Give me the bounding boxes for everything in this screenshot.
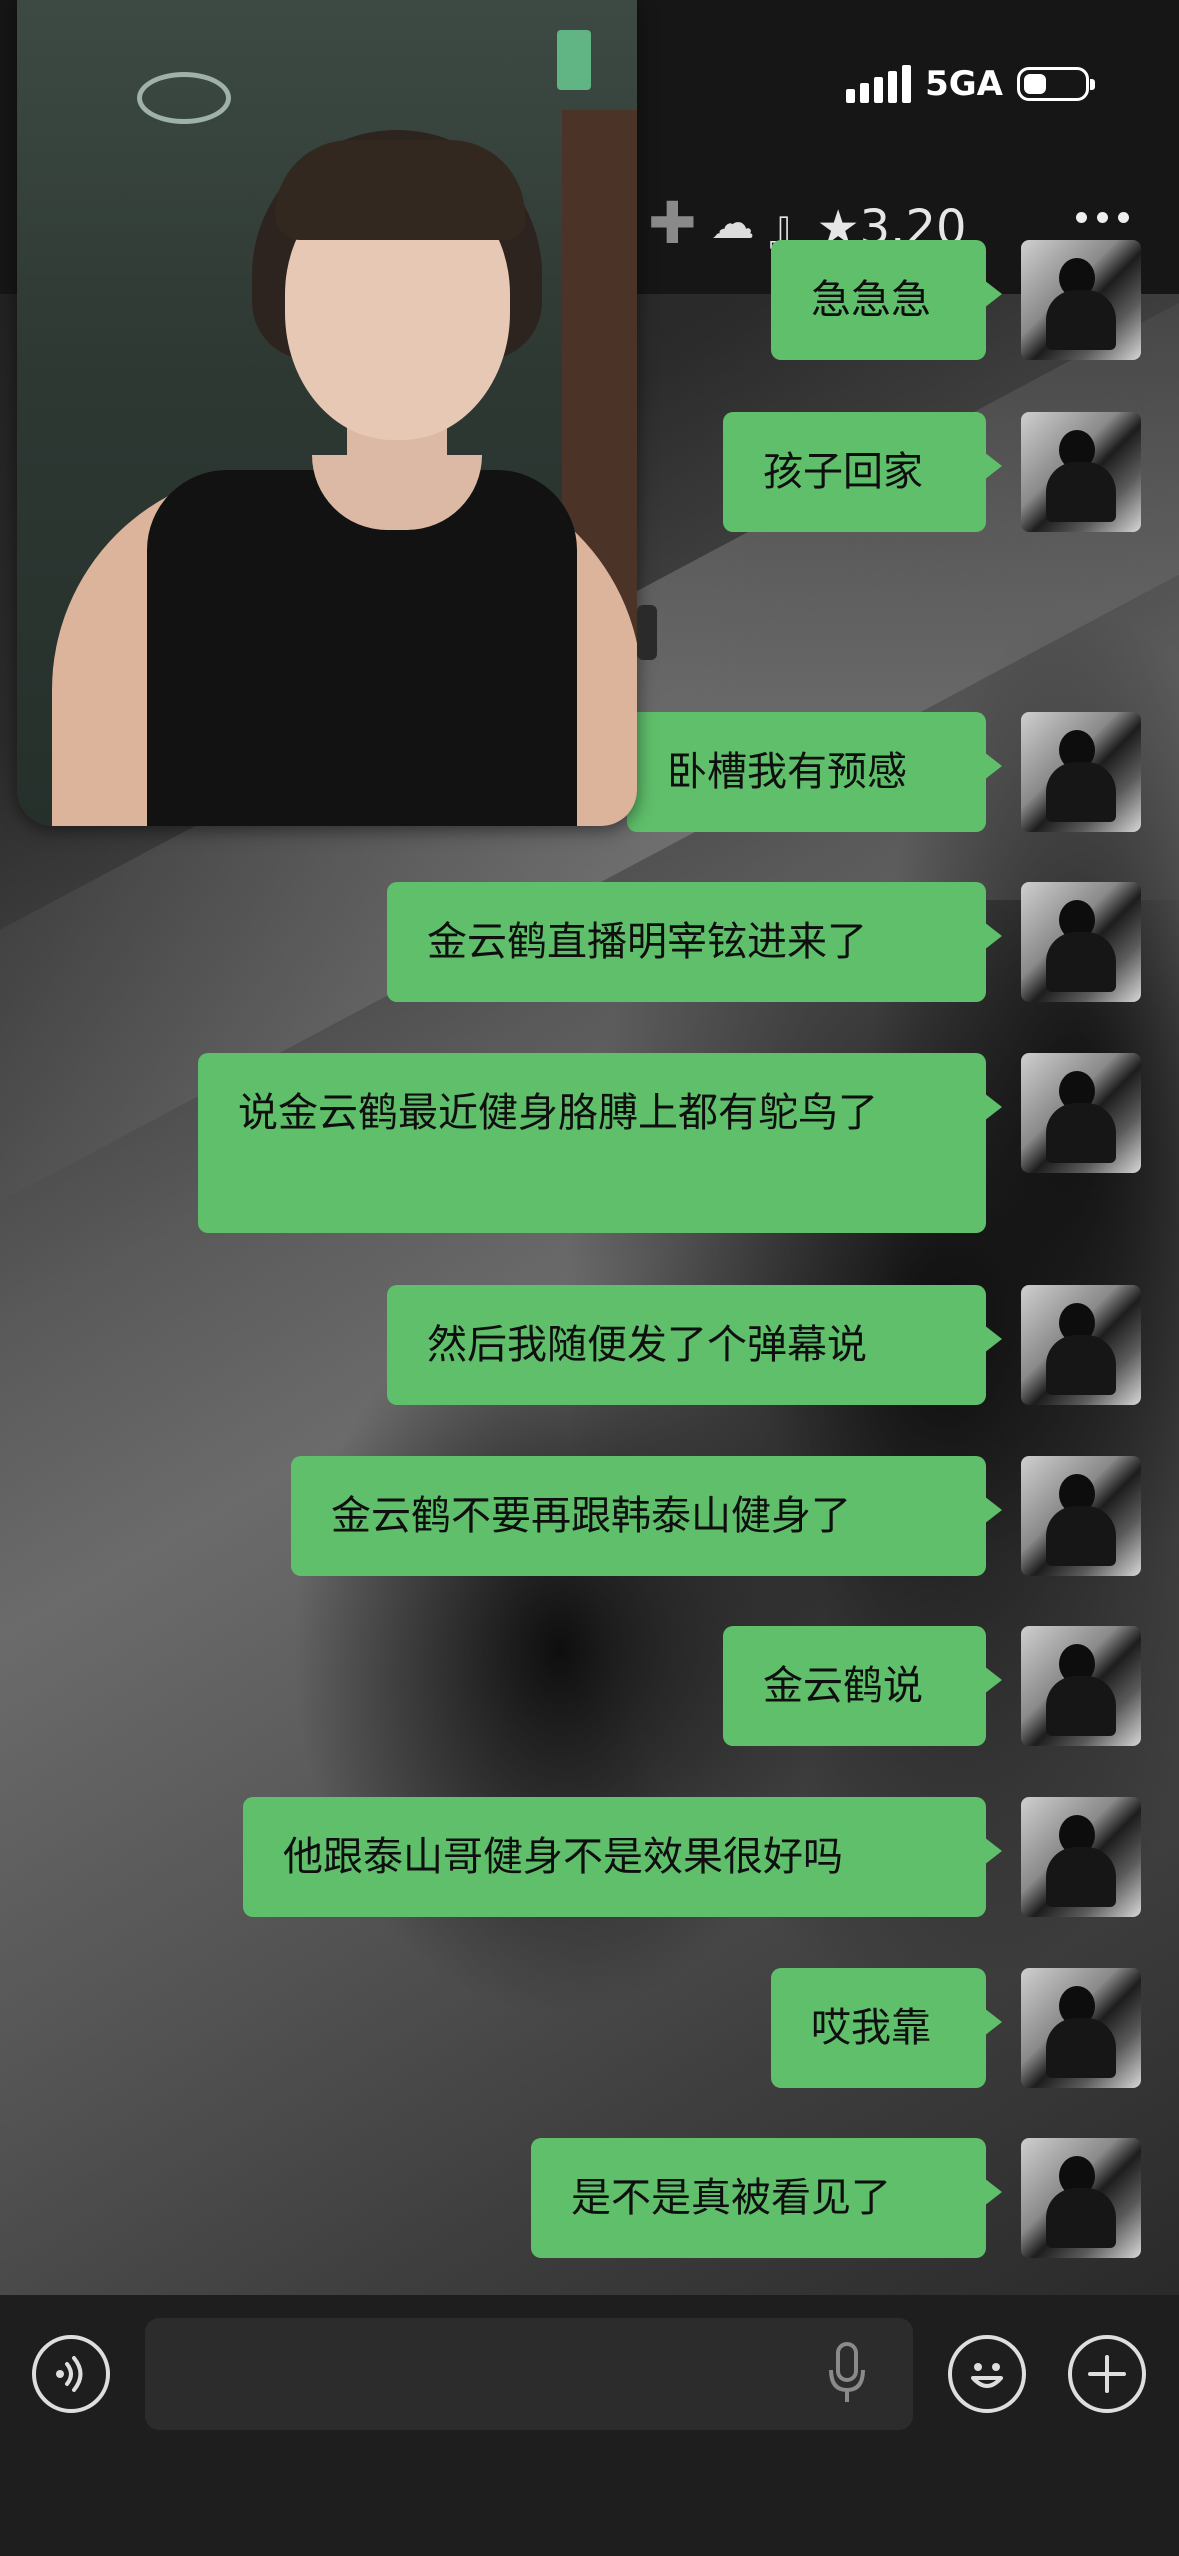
message-row: 金云鹤直播明宰铉进来了	[0, 882, 1179, 1002]
avatar[interactable]	[1021, 1968, 1141, 2088]
avatar[interactable]	[1021, 1626, 1141, 1746]
message-row: 他跟泰山哥健身不是效果很好吗	[0, 1797, 1179, 1917]
message-bubble[interactable]: 急急急	[771, 240, 1002, 360]
message-bubble[interactable]: 孩子回家	[723, 412, 1002, 532]
pip-handle[interactable]	[637, 605, 657, 660]
signal-icon	[846, 65, 912, 103]
message-row: 金云鹤说	[0, 1626, 1179, 1746]
video-call-window[interactable]	[17, 0, 637, 826]
plus-circle-icon[interactable]	[1068, 2335, 1146, 2413]
emoji-button[interactable]	[948, 2335, 1026, 2413]
voice-icon	[56, 2356, 83, 2392]
message-row: 是不是真被看见了	[0, 2138, 1179, 2258]
voice-button[interactable]	[32, 2335, 110, 2413]
person-fringe	[275, 140, 525, 240]
message-row: 说金云鹤最近健身胳膊上都有鸵鸟了	[0, 1053, 1179, 1233]
exit-sign	[557, 30, 591, 90]
message-bubble[interactable]: 然后我随便发了个弹幕说	[387, 1285, 1002, 1405]
avatar[interactable]	[1021, 2138, 1141, 2258]
status-bar: 5GA	[846, 64, 1095, 104]
battery-icon	[1017, 67, 1095, 101]
plus-icon	[1088, 2355, 1126, 2393]
avatar[interactable]	[1021, 712, 1141, 832]
avatar[interactable]	[1021, 1797, 1141, 1917]
avatar[interactable]	[1021, 1456, 1141, 1576]
message-row: 然后我随便发了个弹幕说	[0, 1285, 1179, 1405]
message-bubble[interactable]: 是不是真被看见了	[531, 2138, 1002, 2258]
message-bubble[interactable]: 哎我靠	[771, 1968, 1002, 2088]
avatar[interactable]	[1021, 882, 1141, 1002]
more-dots-icon[interactable]	[1076, 212, 1129, 223]
avatar[interactable]	[1021, 1285, 1141, 1405]
message-bubble[interactable]: 卧槽我有预感	[627, 712, 1002, 832]
message-bubble[interactable]: 金云鹤不要再跟韩泰山健身了	[291, 1456, 1002, 1576]
microphone-icon[interactable]	[827, 2342, 867, 2406]
message-bubble[interactable]: 金云鹤说	[723, 1626, 1002, 1746]
network-type: 5GA	[925, 64, 1003, 104]
message-bubble[interactable]: 说金云鹤最近健身胳膊上都有鸵鸟了	[198, 1053, 1002, 1233]
avatar[interactable]	[1021, 1053, 1141, 1173]
avatar[interactable]	[1021, 412, 1141, 532]
message-input[interactable]	[145, 2318, 913, 2430]
message-bubble[interactable]: 他跟泰山哥健身不是效果很好吗	[243, 1797, 1002, 1917]
message-row: 金云鹤不要再跟韩泰山健身了	[0, 1456, 1179, 1576]
ceiling-lamp	[137, 72, 231, 124]
emoji-icon	[971, 2363, 1003, 2388]
avatar[interactable]	[1021, 240, 1141, 360]
message-row: 哎我靠	[0, 1968, 1179, 2088]
message-bubble[interactable]: 金云鹤直播明宰铉进来了	[387, 882, 1002, 1002]
